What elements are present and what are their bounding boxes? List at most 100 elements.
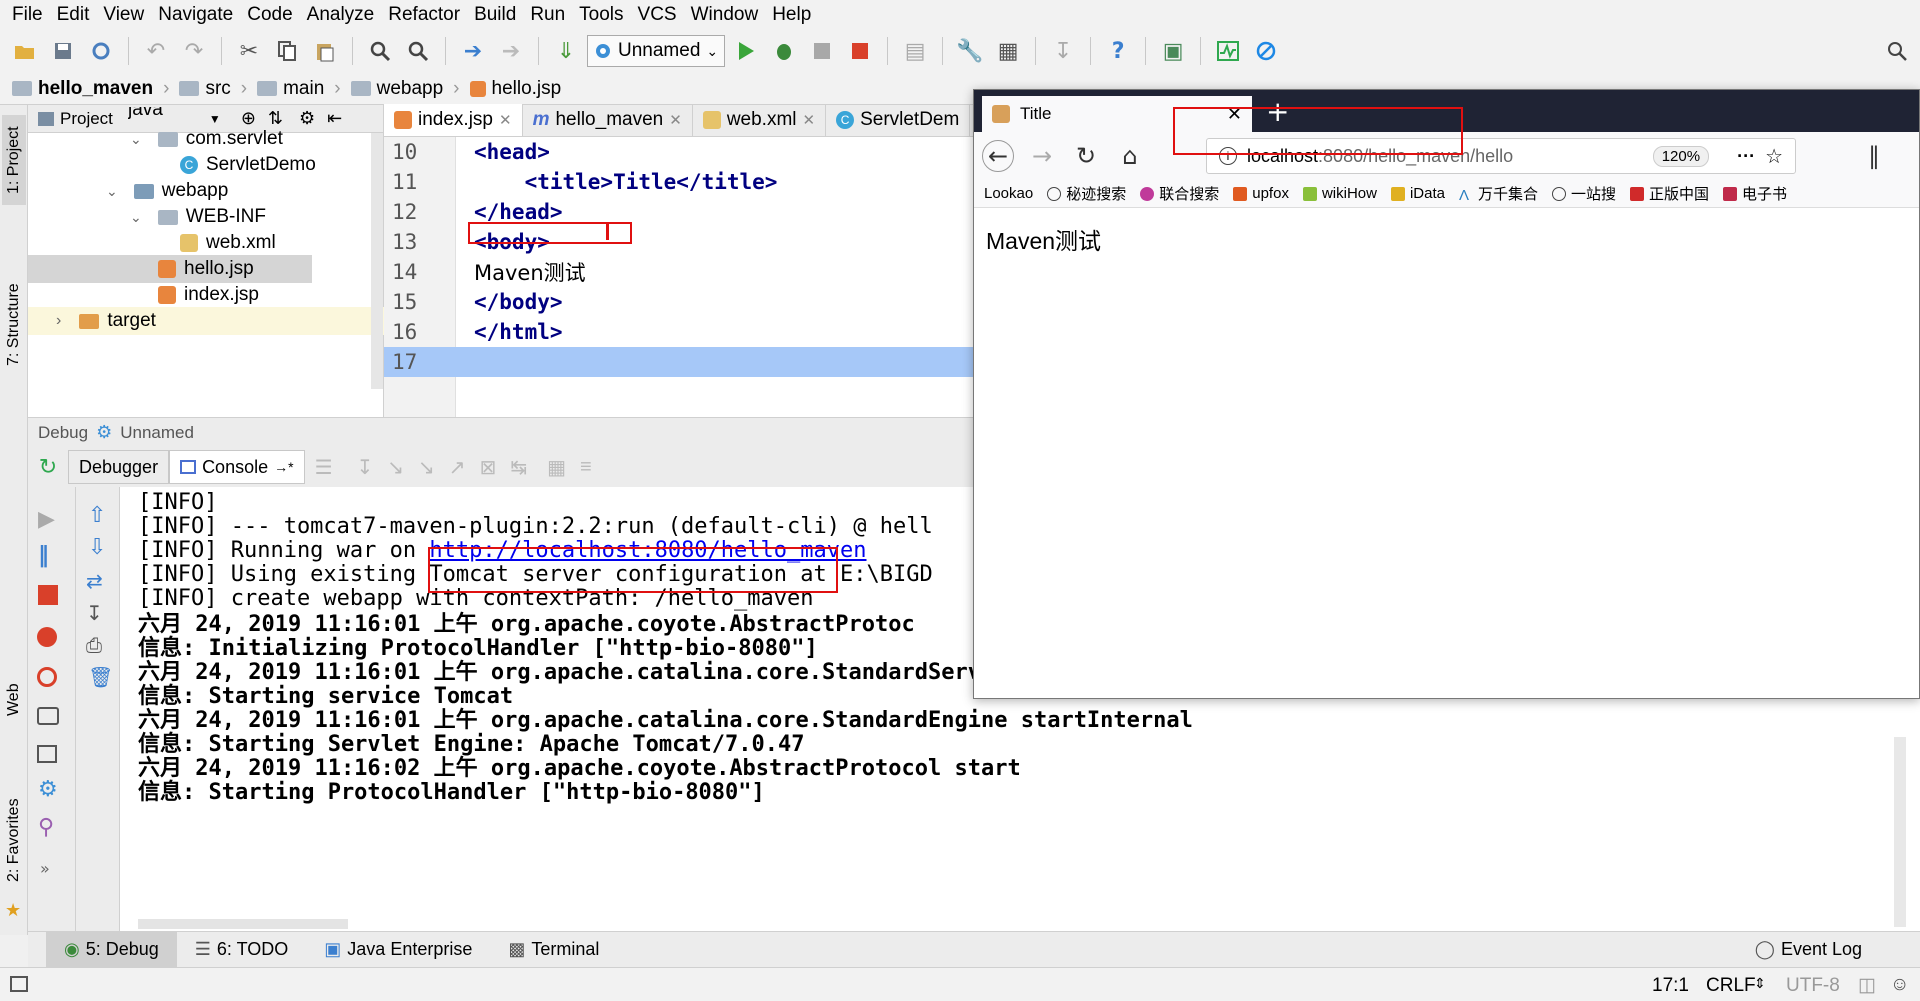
forward-button[interactable]: →	[1026, 140, 1058, 172]
build-project-icon[interactable]: ⇓	[549, 34, 583, 68]
save-all-icon[interactable]	[46, 34, 80, 68]
tab-debugger[interactable]: Debugger	[68, 450, 170, 484]
home-button[interactable]: ⌂	[1114, 140, 1146, 172]
replace-icon[interactable]	[401, 34, 435, 68]
bookmark-item[interactable]: 秘迹搜索	[1047, 183, 1126, 204]
tab-servletdemo[interactable]: C ServletDem	[826, 104, 971, 136]
tree-item-web-inf[interactable]: ⌄ WEB-INF	[130, 203, 266, 231]
disable-icon[interactable]	[1249, 34, 1283, 68]
gear-icon[interactable]: ⚙	[38, 777, 58, 802]
more-icon[interactable]: »	[40, 859, 50, 878]
arrow-down-icon[interactable]: ⇩	[88, 535, 106, 560]
copy-icon[interactable]	[270, 34, 304, 68]
bookmark-item[interactable]: wikiHow	[1302, 185, 1377, 202]
chevron-down-icon[interactable]: ⌄	[106, 183, 118, 200]
zoom-badge[interactable]: 120%	[1652, 145, 1710, 167]
breakpoints-icon[interactable]	[37, 627, 57, 647]
drop-frame-icon[interactable]: ⊠	[480, 455, 497, 480]
coverage-report-icon[interactable]: ▤	[898, 34, 932, 68]
search-everywhere-icon[interactable]	[1880, 34, 1914, 68]
tree-item-web-xml[interactable]: web.xml	[180, 229, 276, 257]
web-tool-tab[interactable]: Web	[2, 665, 26, 735]
chevron-down-icon[interactable]: ▼	[209, 112, 221, 126]
code-editor[interactable]: 10 <head> 11 <title>Title</title> 12 </h…	[384, 137, 974, 417]
tab-hello-maven[interactable]: m hello_maven ✕	[523, 104, 693, 136]
project-tool-tab[interactable]: 1: Project	[2, 115, 26, 205]
breadcrumb-file[interactable]: hello.jsp	[469, 78, 561, 100]
tab-web-xml[interactable]: web.xml ✕	[693, 104, 827, 136]
bookmark-item[interactable]: upfox	[1233, 185, 1289, 202]
force-step-into-icon[interactable]: ↘	[418, 455, 435, 480]
redo-icon[interactable]: ↷	[177, 34, 211, 68]
back-icon[interactable]: ➔	[456, 34, 490, 68]
layout-icon[interactable]	[37, 745, 57, 763]
tool-debug[interactable]: ◉ 5: Debug	[46, 931, 177, 968]
menu-window[interactable]: Window	[685, 4, 767, 26]
evaluate-icon[interactable]: ▦	[547, 455, 566, 480]
bookmark-item[interactable]: 电子书	[1723, 183, 1787, 204]
show-execution-point-icon[interactable]: ☰	[315, 455, 333, 480]
monitor-icon[interactable]	[1211, 34, 1245, 68]
close-icon[interactable]: ✕	[669, 111, 682, 129]
resume-icon[interactable]: ▶	[38, 507, 55, 532]
close-icon[interactable]: ✕	[803, 111, 816, 129]
toggle-tool-windows-icon[interactable]	[10, 976, 28, 992]
project-structure-icon[interactable]: ▦	[991, 34, 1025, 68]
menu-analyze[interactable]: Analyze	[301, 4, 383, 26]
undo-icon[interactable]: ↶	[139, 34, 173, 68]
bookmark-item[interactable]: 正版中国	[1630, 183, 1709, 204]
debug-config-label[interactable]: Unnamed	[120, 423, 194, 443]
breadcrumb-src[interactable]: src	[179, 78, 231, 100]
menu-help[interactable]: Help	[766, 4, 819, 26]
reload-button[interactable]: ↻	[1070, 140, 1102, 172]
menu-code[interactable]: Code	[241, 4, 300, 26]
tree-item-target[interactable]: › target	[28, 307, 384, 335]
paste-icon[interactable]	[308, 34, 342, 68]
line-separator[interactable]: CRLF	[1706, 975, 1756, 997]
cut-icon[interactable]: ✂	[232, 34, 266, 68]
open-folder-icon[interactable]	[8, 34, 42, 68]
chevron-right-icon[interactable]: ›	[56, 312, 61, 330]
tree-item-hello-jsp[interactable]: hello.jsp	[28, 255, 312, 283]
tree-item-java[interactable]: java	[128, 107, 163, 123]
menu-file[interactable]: File	[6, 4, 51, 26]
run-icon[interactable]	[729, 34, 763, 68]
pin-icon[interactable]: ⚲	[38, 815, 54, 840]
tool-todo[interactable]: ☰ 6: TODO	[177, 932, 307, 968]
menu-build[interactable]: Build	[468, 4, 524, 26]
file-encoding[interactable]: UTF-8	[1786, 975, 1840, 997]
breadcrumb-webapp[interactable]: webapp	[350, 78, 443, 100]
forward-icon[interactable]: ➔	[494, 34, 528, 68]
tree-item-com-servlet[interactable]: ⌄ com.servlet	[130, 125, 283, 153]
find-icon[interactable]	[363, 34, 397, 68]
menu-tools[interactable]: Tools	[573, 4, 631, 26]
menu-edit[interactable]: Edit	[51, 4, 98, 26]
horizontal-scrollbar[interactable]	[138, 919, 348, 929]
step-out-icon[interactable]: ↗	[449, 455, 466, 480]
sync-icon[interactable]	[84, 34, 118, 68]
tab-console[interactable]: Console →*	[169, 450, 305, 484]
camera-icon[interactable]	[37, 707, 59, 725]
step-into-icon[interactable]: ↘	[387, 455, 404, 480]
scroll-to-end-icon[interactable]: ↧	[86, 601, 103, 625]
more-actions-icon[interactable]: ···	[1737, 146, 1755, 167]
tool-terminal[interactable]: ▩ Terminal	[490, 932, 617, 968]
project-scrollbar[interactable]	[371, 133, 383, 389]
coverage-icon[interactable]	[805, 34, 839, 68]
sdk-download-icon[interactable]: ↧	[1046, 34, 1080, 68]
bookmark-item[interactable]: Λ 万千集合	[1459, 183, 1538, 204]
mute-breakpoints-icon[interactable]	[37, 667, 57, 687]
step-over-icon[interactable]: ↧	[357, 455, 374, 480]
rerun-icon[interactable]: ↻	[28, 454, 68, 480]
inspector-icon[interactable]: ☺	[1890, 974, 1909, 996]
structure-tool-tab[interactable]: 7: Structure	[2, 265, 26, 385]
soft-wrap-icon[interactable]: ⇄	[86, 569, 103, 593]
project-view-label[interactable]: Project	[60, 109, 113, 129]
vertical-scrollbar[interactable]	[1894, 737, 1906, 927]
lock-icon[interactable]: ◫	[1858, 974, 1876, 997]
breadcrumb-main[interactable]: main	[257, 78, 324, 100]
bookmark-item[interactable]: iData	[1390, 185, 1445, 202]
tool-event-log[interactable]: ◯ Event Log	[1737, 932, 1880, 968]
favorites-tool-tab[interactable]: 2: Favorites	[2, 785, 26, 895]
chevron-down-icon[interactable]: ⌄	[130, 131, 142, 148]
